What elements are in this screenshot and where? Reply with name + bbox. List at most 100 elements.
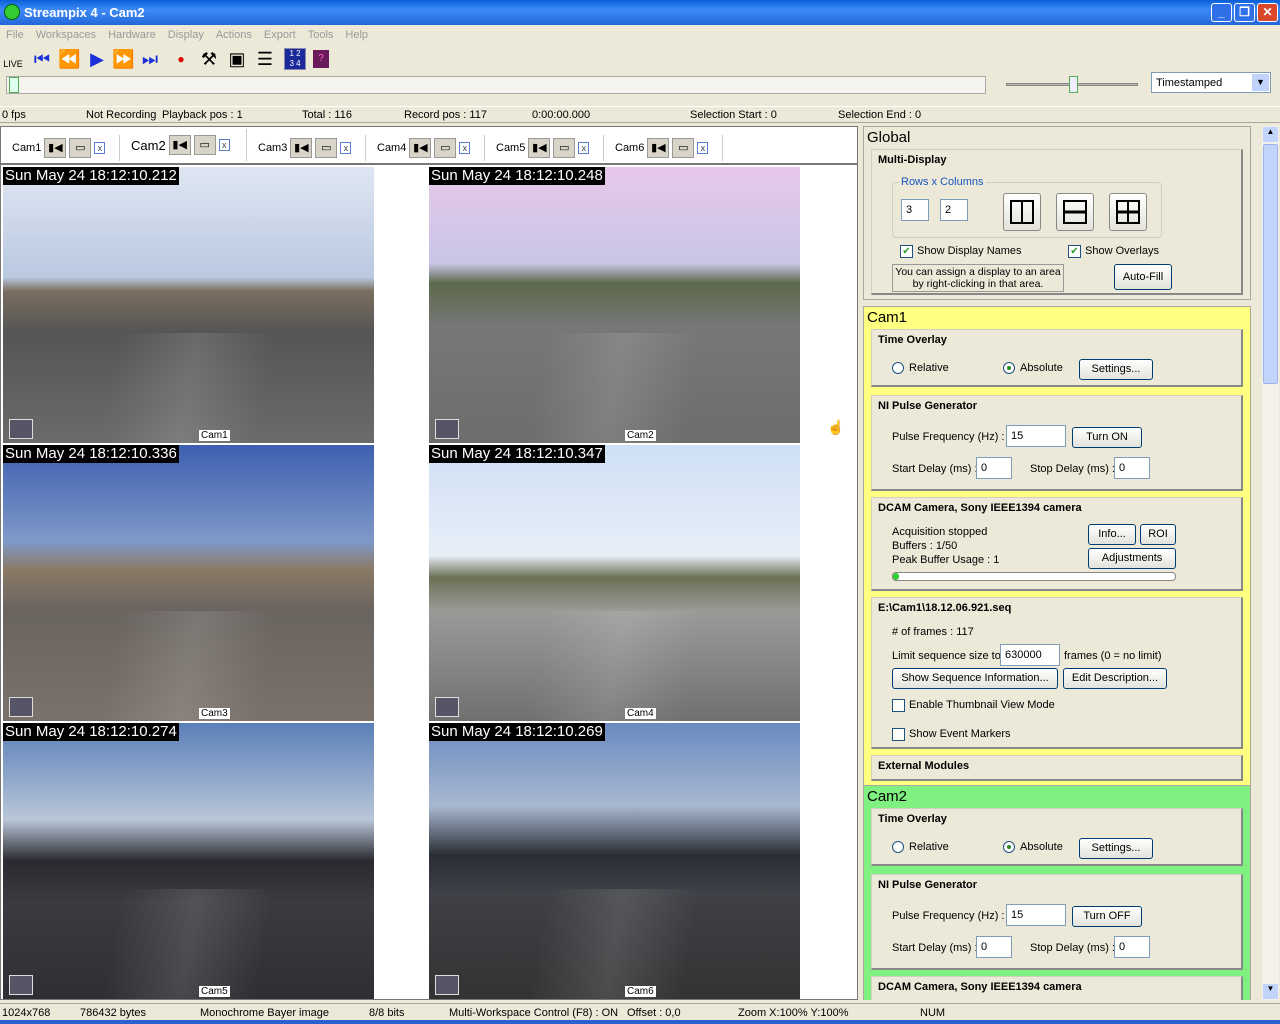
camera-icon[interactable]: ▮◀ xyxy=(528,138,551,158)
absolute-radio[interactable] xyxy=(1003,362,1015,374)
start-delay-input[interactable] xyxy=(976,936,1012,958)
show-overlays-checkbox[interactable]: ✔ xyxy=(1068,245,1081,258)
maximize-button[interactable]: ❐ xyxy=(1234,3,1255,22)
camera-icon[interactable]: ▮◀ xyxy=(290,138,313,158)
display-cam4[interactable]: Sun May 24 18:12:10.347 Cam4 xyxy=(429,445,853,721)
layout-horizontal-split-button[interactable] xyxy=(1056,193,1094,231)
play-icon[interactable]: ▶ xyxy=(86,48,108,70)
columns-input[interactable] xyxy=(940,199,968,221)
tape-icon[interactable]: ▭ xyxy=(434,138,457,158)
show-sequence-info-button[interactable]: Show Sequence Information... xyxy=(892,668,1058,689)
multi-display-icon[interactable]: 1 23 4 xyxy=(284,48,306,70)
camera-icon[interactable]: ▮◀ xyxy=(168,135,191,155)
tab-close-icon[interactable]: x xyxy=(459,142,471,154)
tape-icon[interactable]: ▭ xyxy=(193,135,216,155)
start-delay-input[interactable] xyxy=(976,457,1012,479)
tab-cam6[interactable]: Cam6 ▮◀ ▭ x xyxy=(607,135,723,161)
menu-workspaces[interactable]: Workspaces xyxy=(36,26,96,44)
help-book-icon[interactable]: ? xyxy=(313,50,329,68)
rewind-icon[interactable]: ⏪ xyxy=(58,48,80,70)
record-icon[interactable]: ● xyxy=(170,48,192,70)
close-button[interactable]: ✕ xyxy=(1257,3,1278,22)
tab-cam2[interactable]: Cam2 ▮◀ ▭ x xyxy=(123,129,247,161)
layout-quad-split-button[interactable] xyxy=(1109,193,1147,231)
skip-last-icon[interactable]: ⏭ xyxy=(139,48,161,70)
menu-display[interactable]: Display xyxy=(168,26,204,44)
panel-scrollbar[interactable]: ▲ ▼ xyxy=(1262,126,1279,1000)
tab-close-icon[interactable]: x xyxy=(340,142,352,154)
tab-cam1[interactable]: Cam1 ▮◀ ▭ x xyxy=(4,135,120,161)
stop-delay-input[interactable] xyxy=(1114,457,1150,479)
adjust-icon[interactable]: ☰ xyxy=(254,48,276,70)
time-overlay-settings-button[interactable]: Settings... xyxy=(1079,359,1153,380)
tools-icon[interactable]: ⚒ xyxy=(198,48,220,70)
playback-slider-thumb[interactable] xyxy=(9,77,19,93)
display-cam5[interactable]: Sun May 24 18:12:10.274 Cam5 xyxy=(3,723,427,999)
pulse-frequency-input[interactable] xyxy=(1006,904,1066,926)
tab-cam4[interactable]: Cam4 ▮◀ ▭ x xyxy=(369,135,485,161)
speed-slider-thumb[interactable] xyxy=(1069,76,1078,93)
info-button[interactable]: Info... xyxy=(1088,524,1136,545)
relative-radio[interactable] xyxy=(892,841,904,853)
scroll-down-icon[interactable]: ▼ xyxy=(1263,984,1278,999)
tape-icon[interactable]: ▭ xyxy=(553,138,576,158)
fast-forward-icon[interactable]: ⏩ xyxy=(112,48,134,70)
tab-close-icon[interactable]: x xyxy=(578,142,590,154)
limit-size-input[interactable] xyxy=(1000,644,1060,666)
camera-icon[interactable]: ▮◀ xyxy=(44,138,67,158)
pulse-frequency-input[interactable] xyxy=(1006,425,1066,447)
external-modules-group[interactable]: External Modules xyxy=(871,755,1243,781)
edit-description-button[interactable]: Edit Description... xyxy=(1063,668,1167,689)
display-grid: Sun May 24 18:12:10.212 Cam1 Sun May 24 … xyxy=(0,164,858,1000)
tab-cam5[interactable]: Cam5 ▮◀ ▭ x xyxy=(488,135,604,161)
event-markers-checkbox[interactable] xyxy=(892,728,905,741)
menu-actions[interactable]: Actions xyxy=(216,26,252,44)
playback-slider[interactable] xyxy=(6,76,986,94)
menu-export[interactable]: Export xyxy=(264,26,296,44)
tab-cam3[interactable]: Cam3 ▮◀ ▭ x xyxy=(250,135,366,161)
camera-icon[interactable]: ▮◀ xyxy=(647,138,670,158)
menu-file[interactable]: File xyxy=(6,26,24,44)
minimize-button[interactable]: _ xyxy=(1211,3,1232,22)
skip-first-icon[interactable]: ⏮ xyxy=(31,48,53,70)
rows-input[interactable] xyxy=(901,199,929,221)
menu-help[interactable]: Help xyxy=(345,26,368,44)
show-display-names-label: Show Display Names xyxy=(917,245,1022,257)
roi-button[interactable]: ROI xyxy=(1140,524,1176,545)
display-cam3[interactable]: Sun May 24 18:12:10.336 Cam3 xyxy=(3,445,427,721)
layout-vertical-split-button[interactable] xyxy=(1003,193,1041,231)
menu-tools[interactable]: Tools xyxy=(308,26,334,44)
show-overlays-label: Show Overlays xyxy=(1085,245,1159,257)
camera-icon[interactable]: ▮◀ xyxy=(409,138,432,158)
absolute-radio[interactable] xyxy=(1003,841,1015,853)
camera-settings-icon[interactable]: ▣ xyxy=(226,48,248,70)
relative-radio[interactable] xyxy=(892,362,904,374)
start-delay-label: Start Delay (ms) : xyxy=(892,942,978,954)
live-camera-icon[interactable]: LIVE xyxy=(2,48,24,70)
show-display-names-checkbox[interactable]: ✔ xyxy=(900,245,913,258)
tab-close-icon[interactable]: x xyxy=(697,142,709,154)
chevron-down-icon[interactable]: ▼ xyxy=(1252,74,1269,91)
thumbnail-mode-checkbox[interactable] xyxy=(892,699,905,712)
turn-pulse-button[interactable]: Turn ON xyxy=(1072,427,1142,448)
display-mode-select[interactable]: Timestamped ▼ xyxy=(1151,72,1271,93)
tape-icon[interactable]: ▭ xyxy=(315,138,338,158)
display-cam1[interactable]: Sun May 24 18:12:10.212 Cam1 xyxy=(3,167,427,443)
num-lock-indicator: NUM xyxy=(920,1007,946,1019)
speed-slider[interactable] xyxy=(1006,76,1138,93)
tab-close-icon[interactable]: x xyxy=(94,142,106,154)
menu-hardware[interactable]: Hardware xyxy=(108,26,156,44)
scrollbar-thumb[interactable] xyxy=(1263,144,1278,384)
turn-pulse-button[interactable]: Turn OFF xyxy=(1072,906,1142,927)
auto-fill-button[interactable]: Auto-Fill xyxy=(1114,264,1172,290)
stop-delay-input[interactable] xyxy=(1114,936,1150,958)
display-cam6[interactable]: Sun May 24 18:12:10.269 Cam6 xyxy=(429,723,853,999)
tab-close-icon[interactable]: x xyxy=(218,139,230,151)
external-modules-heading: External Modules xyxy=(878,760,970,772)
scroll-up-icon[interactable]: ▲ xyxy=(1263,127,1278,142)
adjustments-button[interactable]: Adjustments xyxy=(1088,548,1176,569)
tape-icon[interactable]: ▭ xyxy=(672,138,695,158)
tape-icon[interactable]: ▭ xyxy=(69,138,92,158)
display-cam2[interactable]: Sun May 24 18:12:10.248 Cam2 xyxy=(429,167,853,443)
time-overlay-settings-button[interactable]: Settings... xyxy=(1079,838,1153,859)
